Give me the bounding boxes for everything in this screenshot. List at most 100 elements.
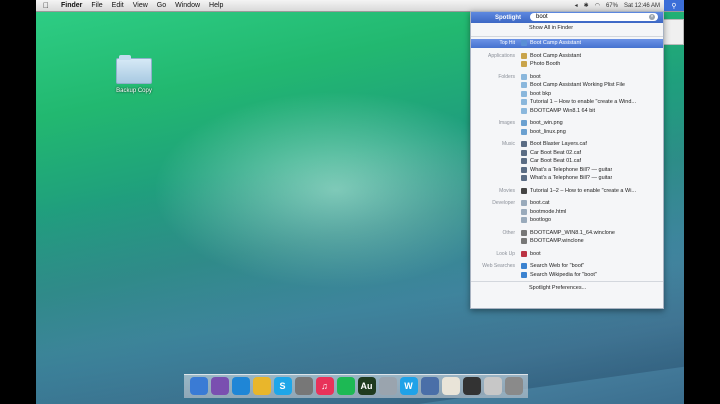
file-type-icon (521, 238, 527, 245)
file-type-icon (521, 200, 527, 207)
spotlight-section: Music Boot Blaster Layers.caf Car Boot Bea… (471, 140, 663, 183)
finder-icon[interactable] (189, 377, 208, 395)
clear-search-icon[interactable]: × (649, 14, 655, 20)
menu-help[interactable]: Help (209, 2, 223, 9)
file-type-icon (521, 208, 527, 215)
menu-finder[interactable]: Finder (61, 2, 82, 9)
file-type-icon (521, 120, 527, 127)
spotlight-section: Look Up boot (471, 250, 663, 259)
spotlight-section: Movies Tutorial 1–2 – How to enable "crea… (471, 187, 663, 196)
spotlight-result-label: boot (530, 73, 541, 80)
file-type-icon (521, 271, 527, 278)
spotlight-result-label: BOOTCAMP_WIN8.1_64.winclone (530, 229, 615, 236)
safari-icon[interactable] (231, 377, 250, 395)
file-type-icon (521, 99, 527, 106)
window-edge (662, 19, 684, 45)
spotlight-result-label: boot_linux.png (530, 128, 566, 135)
folder-label[interactable]: Backup Copy (106, 88, 162, 94)
spotlight-result-row[interactable]: bootmode.html (471, 208, 663, 217)
spotlight-result-row[interactable]: Car Boot Beat 01.caf (471, 157, 663, 166)
spotlight-result-row[interactable]: Applications Boot Camp Assistant (471, 52, 663, 61)
file-type-icon (521, 187, 527, 194)
spotlight-result-label: Car Boot Beat 02.caf (530, 149, 582, 156)
spotlight-section: Other BOOTCAMP_WIN8.1_64.winclone BOOTCAMP… (471, 229, 663, 246)
spotify-icon[interactable] (336, 377, 355, 395)
file-type-icon (521, 90, 527, 97)
spotlight-result-row[interactable]: Folders boot (471, 73, 663, 82)
spotlight-result-label: Tutorial 1 – How to enable "create a Win… (530, 99, 636, 105)
spotlight-result-row[interactable]: Look Up boot (471, 250, 663, 259)
spotlight-result-label: boot_win.png (530, 120, 563, 126)
downloads-icon[interactable] (483, 377, 502, 395)
spotlight-section: Images boot_win.png boot_linux.png (471, 119, 663, 136)
spotlight-result-row[interactable]: Images boot_win.png (471, 119, 663, 128)
launchpad-icon[interactable] (210, 377, 229, 395)
battery-indicator[interactable]: 67% (606, 3, 618, 9)
bluetooth-icon[interactable]: ✱ (584, 2, 589, 9)
spotlight-result-row[interactable]: Car Boot Beat 02.caf (471, 149, 663, 158)
spotlight-category-label: Developer (492, 200, 515, 206)
spotlight-result-row[interactable]: Tutorial 1 – How to enable "create a Win… (471, 98, 663, 107)
audition-icon[interactable]: Au (357, 377, 376, 395)
spotlight-result-label: Boot Blaster Layers.caf (530, 141, 587, 147)
file-type-icon (521, 158, 527, 165)
trash-icon[interactable] (504, 377, 523, 395)
word-icon[interactable]: W (399, 377, 418, 395)
spotlight-section: Web Searches Search Web for "boot" Search … (471, 262, 663, 279)
spotlight-result-row[interactable]: boot bkp (471, 90, 663, 99)
divider (471, 36, 663, 37)
spotlight-result-row[interactable]: Other BOOTCAMP_WIN8.1_64.winclone (471, 229, 663, 238)
menu-window[interactable]: Window (175, 2, 200, 9)
spotlight-title: Spotlight (495, 14, 521, 21)
menu-go[interactable]: Go (157, 2, 166, 9)
spotlight-result-label: Boot Camp Assistant Working Plist File (530, 82, 625, 88)
terminal-icon[interactable] (462, 377, 481, 395)
skype-icon[interactable]: S (273, 377, 292, 395)
spotlight-category-label: Top Hit (499, 40, 515, 46)
wifi-icon[interactable]: ◠ (595, 2, 600, 9)
spotlight-search-icon[interactable]: ⚲ (664, 0, 684, 11)
spotlight-result-row[interactable]: BOOTCAMP Win8.1 64 bit (471, 107, 663, 116)
spotlight-search-input[interactable]: boot (530, 13, 658, 21)
spotlight-result-row[interactable]: Movies Tutorial 1–2 – How to enable "crea… (471, 187, 663, 196)
notes-icon[interactable] (441, 377, 460, 395)
spotlight-result-row[interactable]: Boot Camp Assistant Working Plist File (471, 81, 663, 90)
spotlight-result-row[interactable]: BOOTCAMP.winclone (471, 237, 663, 246)
preview-icon[interactable] (420, 377, 439, 395)
spotlight-result-row[interactable]: bootlogo (471, 216, 663, 225)
spotlight-result-row[interactable]: Developer boot.cat (471, 199, 663, 208)
chrome-icon[interactable] (252, 377, 271, 395)
file-type-icon (521, 141, 527, 148)
spotlight-result-row[interactable]: Search Wikipedia for "boot" (471, 271, 663, 280)
spotlight-result-row[interactable]: Top Hit Boot Camp Assistant (471, 39, 663, 48)
spotlight-panel: Spotlight boot × Show All in Finder Top … (470, 11, 664, 309)
spotlight-result-row[interactable]: What's a Telephone Bill? — guitar (471, 174, 663, 183)
spotlight-preferences[interactable]: Spotlight Preferences... (471, 284, 663, 293)
camera-icon[interactable] (294, 377, 313, 395)
spotlight-result-row[interactable]: What's a Telephone Bill? — guitar (471, 166, 663, 175)
volume-icon[interactable]: ◂ (575, 2, 578, 9)
clock[interactable]: Sat 12:46 AM (624, 3, 660, 9)
file-type-icon (521, 128, 527, 135)
file-type-icon (521, 217, 527, 224)
spotlight-header: Spotlight boot × (471, 12, 663, 23)
spotlight-result-row[interactable]: boot_linux.png (471, 128, 663, 137)
apple-menu-icon[interactable]:  (43, 1, 53, 10)
dock: S ♫ Au W (184, 374, 528, 398)
show-all-in-finder[interactable]: Show All in Finder (471, 23, 663, 34)
spotlight-result-label: BOOTCAMP.winclone (530, 238, 584, 244)
photoshop-icon[interactable] (378, 377, 397, 395)
spotlight-section: Applications Boot Camp Assistant Photo Boo… (471, 52, 663, 69)
spotlight-result-row[interactable]: Music Boot Blaster Layers.caf (471, 140, 663, 149)
itunes-icon[interactable]: ♫ (315, 377, 334, 395)
spotlight-result-label: bootlogo (530, 217, 552, 223)
spotlight-result-row[interactable]: Photo Booth (471, 60, 663, 69)
menu-file[interactable]: File (91, 2, 102, 9)
spotlight-results: Top Hit Boot Camp Assistant Applications Bo… (471, 39, 663, 279)
spotlight-category-label: Web Searches (482, 263, 515, 269)
menu-view[interactable]: View (133, 2, 148, 9)
spotlight-result-row[interactable]: Web Searches Search Web for "boot" (471, 262, 663, 271)
folder-icon[interactable] (116, 55, 152, 84)
menu-edit[interactable]: Edit (112, 2, 124, 9)
spotlight-category-label: Images (498, 120, 515, 126)
